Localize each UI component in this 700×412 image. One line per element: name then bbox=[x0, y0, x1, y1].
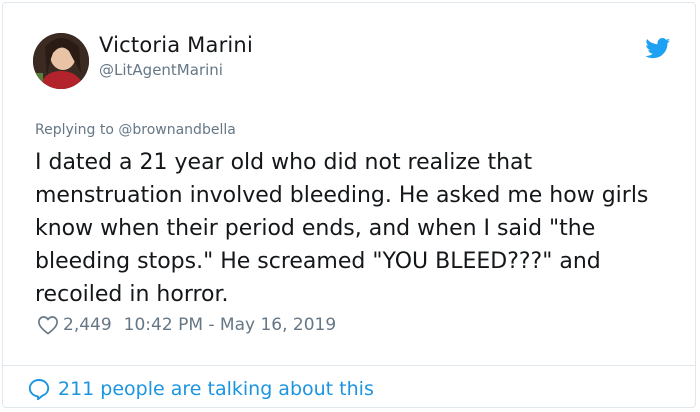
author-handle[interactable]: @LitAgentMarini bbox=[99, 61, 223, 79]
talking-about-link[interactable]: 211 people are talking about this bbox=[27, 377, 374, 401]
replying-to-line[interactable]: Replying to @brownandbella bbox=[35, 122, 236, 138]
avatar-image bbox=[33, 33, 89, 89]
like-count[interactable]: 2,449 bbox=[63, 315, 112, 335]
talking-about-label: 211 people are talking about this bbox=[58, 378, 374, 400]
twitter-bird-icon[interactable] bbox=[645, 38, 671, 59]
avatar[interactable] bbox=[33, 33, 89, 89]
speech-bubble-icon bbox=[28, 379, 50, 401]
timestamp[interactable]: 10:42 PM - May 16, 2019 bbox=[124, 315, 337, 335]
tweet-meta: 2,449 10:42 PM - May 16, 2019 bbox=[37, 315, 336, 335]
author-display-name[interactable]: Victoria Marini bbox=[99, 33, 253, 57]
tweet-card: Victoria Marini @LitAgentMarini Replying… bbox=[2, 2, 696, 408]
tweet-text: I dated a 21 year old who did not realiz… bbox=[35, 150, 649, 307]
heart-outline-icon[interactable] bbox=[37, 315, 59, 335]
footer-divider bbox=[3, 365, 695, 366]
